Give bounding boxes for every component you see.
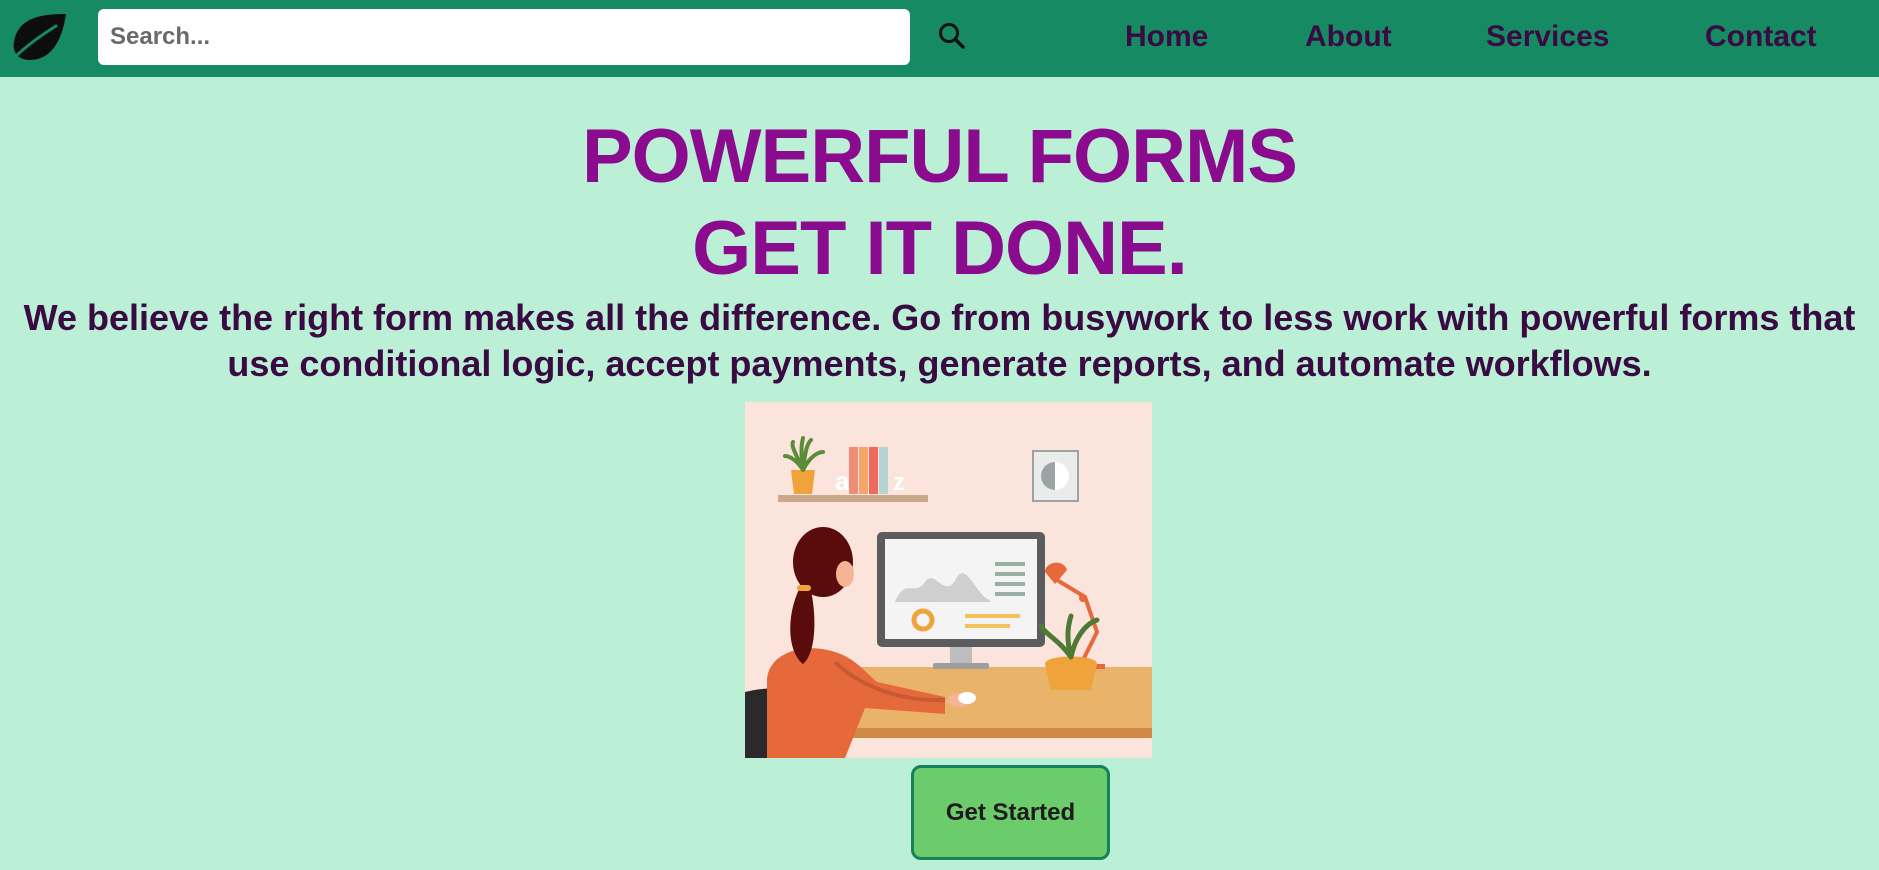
nav-link-about[interactable]: About [1305, 18, 1392, 56]
search-button[interactable] [936, 20, 968, 52]
hero-description: We believe the right form makes all the … [23, 297, 1856, 384]
navbar: Home About Services Contact [0, 0, 1879, 77]
hero-headline-line1: POWERFUL FORMS [581, 114, 1298, 199]
search-input[interactable] [98, 9, 910, 65]
hero-headline-line2: GET IT DONE. [692, 206, 1188, 291]
nav-link-contact[interactable]: Contact [1705, 18, 1817, 56]
hero-illustration: a z [745, 402, 1152, 758]
get-started-button[interactable]: Get Started [911, 765, 1110, 860]
svg-text:a: a [835, 466, 850, 496]
nav-link-services[interactable]: Services [1486, 18, 1609, 56]
svg-text:z: z [893, 469, 905, 496]
nav-link-home[interactable]: Home [1125, 18, 1208, 56]
search-icon [939, 23, 965, 49]
leaf-icon[interactable] [10, 12, 68, 62]
